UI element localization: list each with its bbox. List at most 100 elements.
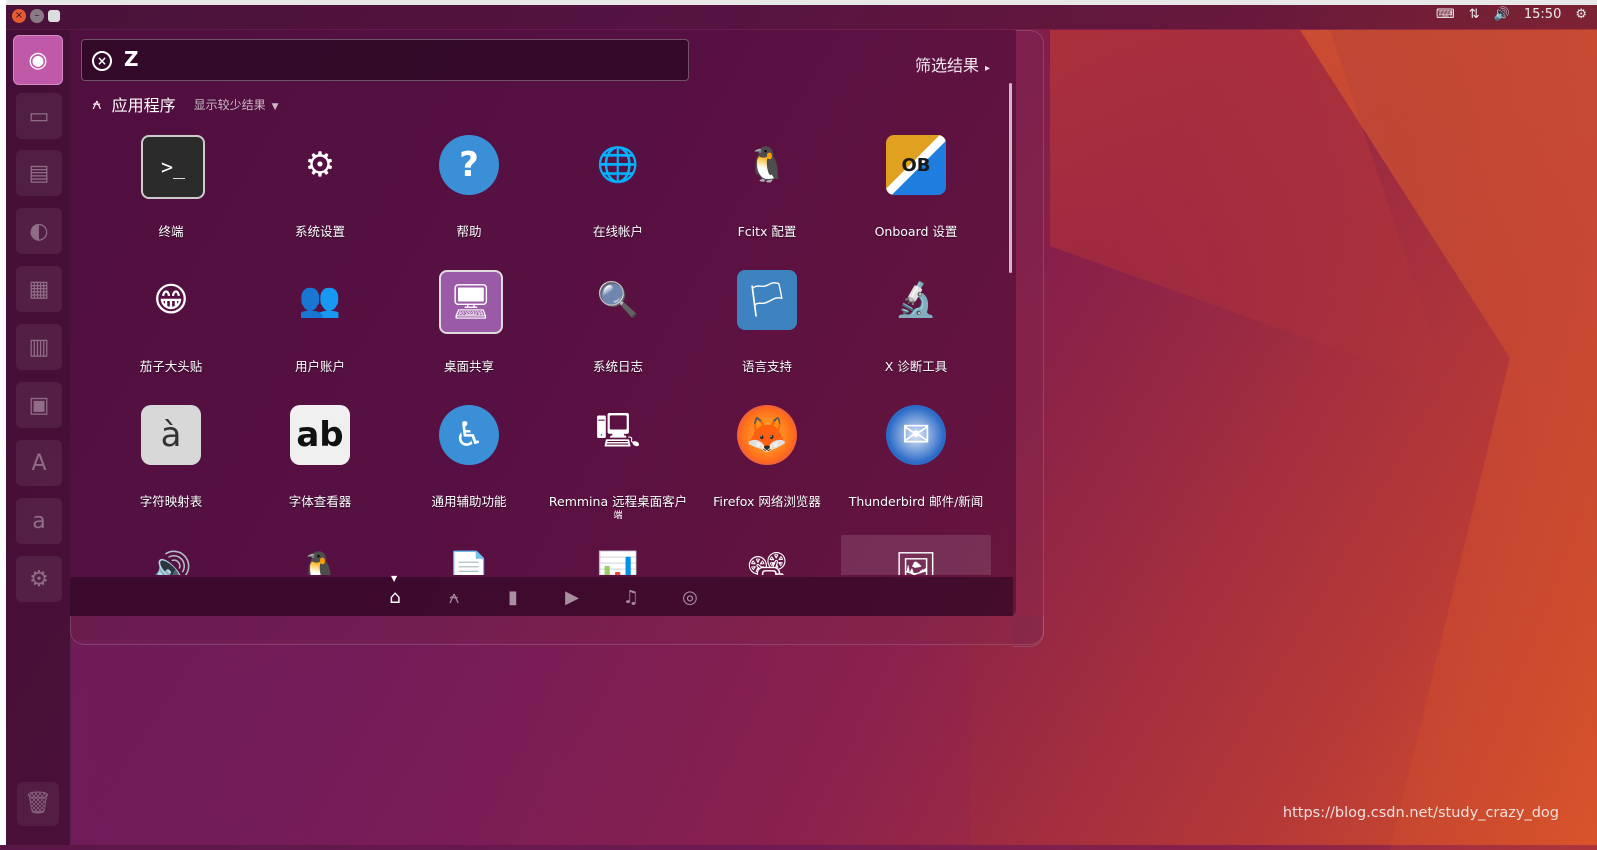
launcher: ◉ ▭ ▤ ◐ ▦ ▥ ▣ A a ⚙ — [6, 30, 71, 845]
x-diagnostic-icon: 🔬 — [894, 280, 938, 320]
section-title: 应用程序 — [111, 96, 176, 115]
app-launcher-item[interactable]: 📄 — [394, 535, 544, 575]
home-lens-icon[interactable]: ⌂ — [384, 587, 406, 608]
character-map-icon: à — [141, 405, 201, 465]
app-label: 用户账户 — [294, 359, 345, 374]
filter-results-label: 筛选结果 — [915, 56, 980, 75]
onboard-settings-icon: OB — [886, 135, 946, 195]
libreoffice-draw-icon: 🖼 — [894, 550, 938, 575]
app-label-wrap: 端 — [613, 511, 623, 521]
keyboard-indicator-icon[interactable]: ⌨ — [1436, 7, 1455, 22]
maximize-window-icon[interactable] — [48, 10, 60, 22]
app-launcher-item[interactable]: 🖳 Remmina 远程桌面客户端 — [543, 400, 693, 522]
launcher-settings-icon[interactable]: ⚙ — [16, 556, 62, 602]
app-launcher-item[interactable]: 🔬 X 诊断工具 — [841, 265, 991, 385]
launcher-firefox-icon[interactable]: ◐ — [16, 208, 62, 254]
music-lens-icon[interactable]: ♫ — [620, 587, 642, 608]
rhythmbox-icon: 🔊 — [149, 550, 193, 575]
dash-scrollbar[interactable] — [1009, 83, 1012, 273]
app-launcher-item[interactable]: ⚙ 系统设置 — [245, 130, 395, 250]
show-fewer-results-toggle[interactable]: 显示较少结果 ▼ — [194, 96, 279, 113]
applications-icon: ⍲ — [92, 94, 102, 113]
filter-results-button[interactable]: 筛选结果 ▸ — [915, 52, 990, 76]
app-launcher-item[interactable]: >_ 终端 — [96, 130, 246, 250]
terminal-icon: >_ — [141, 135, 205, 199]
app-launcher-item[interactable]: 🔊 — [96, 535, 246, 575]
cheese-icon: 😁 — [153, 280, 189, 320]
app-label: Onboard 设置 — [874, 224, 958, 239]
app-launcher-item[interactable]: 🐧 — [245, 535, 395, 575]
accessibility-icon: ♿ — [439, 405, 499, 465]
launcher-software-icon[interactable]: A — [16, 440, 62, 486]
dash-frame — [1013, 30, 1044, 647]
close-window-icon[interactable]: × — [12, 9, 26, 23]
app-label: 系统日志 — [592, 359, 643, 374]
dash-frame — [70, 616, 1044, 645]
app-launcher-item[interactable]: ? 帮助 — [394, 130, 544, 250]
network-indicator-icon[interactable]: ⇅ — [1469, 7, 1480, 22]
app-launcher-item[interactable]: 🔍 系统日志 — [543, 265, 693, 385]
launcher-terminal-icon[interactable]: ▭ — [16, 93, 62, 139]
dash-home-icon[interactable]: ◉ — [13, 35, 63, 85]
app-launcher-item[interactable]: 🖼 — [841, 535, 991, 575]
app-launcher-item[interactable]: 🐧 Fcitx 配置 — [692, 130, 842, 250]
files-lens-icon[interactable]: ▮ — [502, 587, 524, 608]
app-label: 通用辅助功能 — [431, 494, 507, 509]
app-launcher-item[interactable]: 📊 — [543, 535, 693, 575]
app-launcher-item[interactable]: ab 字体查看器 — [245, 400, 395, 520]
wallpaper-shape — [70, 640, 970, 845]
active-lens-marker-icon: ▼ — [391, 574, 398, 583]
app-label: 桌面共享 — [443, 359, 494, 374]
trash-icon[interactable]: 🗑 — [17, 782, 59, 826]
search-input[interactable]: Z — [124, 47, 139, 71]
thunderbird-icon: ✉ — [886, 405, 946, 465]
app-launcher-item[interactable]: 🦊 Firefox 网络浏览器 — [692, 400, 842, 520]
app-label: 字体查看器 — [288, 494, 352, 509]
font-viewer-icon: ab — [290, 405, 350, 465]
launcher-writer-icon[interactable]: ▦ — [16, 266, 62, 312]
lens-bar — [70, 577, 1013, 616]
clear-search-icon[interactable]: × — [92, 51, 112, 71]
chevron-down-icon: ▼ — [271, 101, 279, 112]
system-settings-icon: ⚙ — [304, 145, 336, 185]
app-launcher-item[interactable]: 🏳 语言支持 — [692, 265, 842, 385]
launcher-impress-icon[interactable]: ▣ — [16, 382, 62, 428]
chevron-right-icon: ▸ — [985, 63, 991, 74]
video-lens-icon[interactable]: ▶ — [561, 587, 583, 608]
app-launcher-item[interactable]: 📽 — [692, 535, 842, 575]
launcher-files-icon[interactable]: ▤ — [16, 150, 62, 196]
help-icon: ? — [439, 135, 499, 195]
app-launcher-item[interactable]: 🌐 在线帐户 — [543, 130, 693, 250]
app-launcher-item[interactable]: à 字符映射表 — [96, 400, 246, 520]
photos-lens-icon[interactable]: ◎ — [679, 587, 701, 608]
clock[interactable]: 15:50 — [1524, 7, 1561, 22]
launcher-amazon-icon[interactable]: a — [16, 498, 62, 544]
online-accounts-icon: 🌐 — [596, 145, 640, 185]
app-grid: >_ 终端 ⚙ 系统设置? 帮助 🌐 在线帐户 🐧 Fcitx 配置 OB Onboard 设置 😁 茄… — [96, 130, 992, 575]
app-launcher-item[interactable]: ✉ Thunderbird 邮件/新闻 — [841, 400, 991, 520]
app-launcher-item[interactable]: ♿ 通用辅助功能 — [394, 400, 544, 520]
minimize-window-icon[interactable]: – — [30, 9, 44, 23]
app-label: 终端 — [158, 224, 184, 239]
libreoffice-impress-icon: 📽 — [745, 550, 789, 575]
watermark: https://blog.csdn.net/study_crazy_dog — [1282, 805, 1559, 821]
app-label: 语言支持 — [741, 359, 792, 374]
app-launcher-item[interactable]: 🖥 桌面共享 — [394, 265, 544, 385]
session-gear-icon[interactable]: ⚙ — [1575, 7, 1587, 22]
fcitx-icon: 🐧 — [298, 550, 342, 575]
launcher-calc-icon[interactable]: ▥ — [16, 324, 62, 370]
language-support-icon: 🏳 — [737, 270, 797, 330]
app-launcher-item[interactable]: 👥 用户账户 — [245, 265, 395, 385]
toggle-label: 显示较少结果 — [193, 97, 266, 112]
app-launcher-item[interactable]: OB Onboard 设置 — [841, 130, 991, 250]
applications-lens-icon[interactable]: ⍲ — [443, 587, 465, 608]
system-log-icon: 🔍 — [596, 280, 640, 320]
remmina-icon: 🖳 — [595, 410, 641, 451]
app-label: 帮助 — [456, 224, 482, 239]
app-label: 字符映射表 — [139, 494, 203, 509]
app-label: 系统设置 — [294, 224, 345, 239]
top-panel — [6, 5, 1597, 29]
search-box[interactable]: × Z — [81, 39, 689, 81]
app-launcher-item[interactable]: 😁 茄子大头贴 — [96, 265, 246, 385]
volume-indicator-icon[interactable]: 🔊 — [1494, 7, 1510, 22]
